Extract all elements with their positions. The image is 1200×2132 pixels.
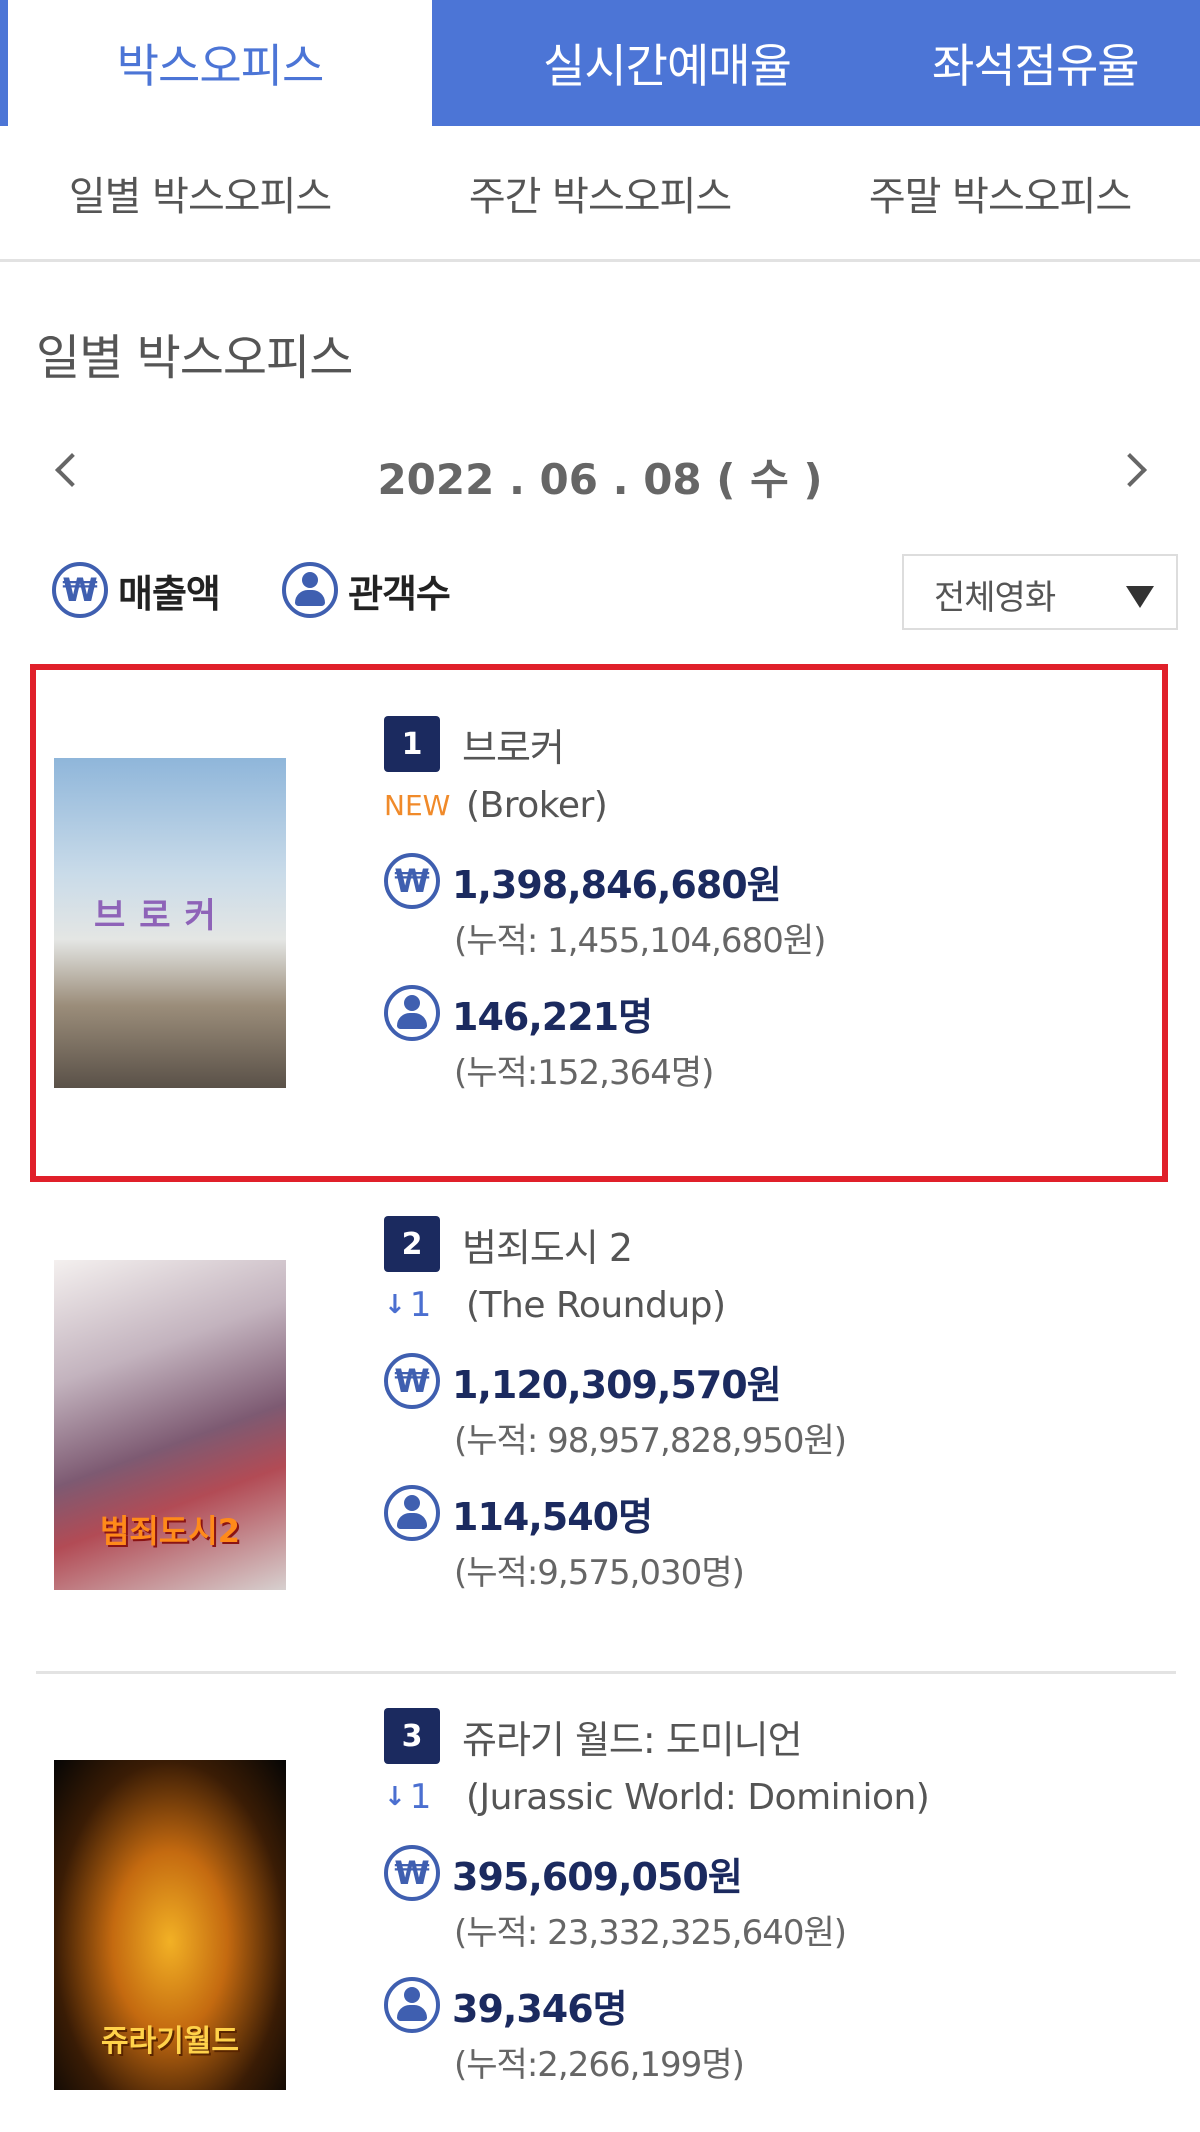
movie-entry[interactable]: 쥬라기월드 3 쥬라기 월드: 도미니언 ↓ 1 (Jurassic World:… [0,1676,1200,2132]
movie-title[interactable]: 범죄도시 2 [462,1217,633,1272]
poster-title: 쥬라기월드 [101,2024,239,2059]
cumulative-audience: (누적:9,575,030명) [454,1553,745,1593]
sub-tab-daily[interactable]: 일별 박스오피스 [0,126,400,259]
filter-selected-value: 전체영화 [934,578,1056,618]
daily-revenue: 1,398,846,680원 [452,862,782,907]
movie-poster[interactable]: 브로커 [54,758,286,1088]
arrow-down-icon: ↓ [384,1782,406,1812]
legend-audience: 관객수 [282,558,451,622]
movie-title-en: (The Roundup) [466,1284,726,1326]
won-icon: ₩ [384,1353,440,1409]
daily-audience: 114,540명 [452,1494,653,1539]
movie-entry[interactable]: 범죄도시2 2 범죄도시 2 ↓ 1 (The Roundup) ₩ 1,120,… [0,1184,1200,1674]
divider [36,1671,1176,1674]
person-icon [384,1485,440,1541]
cumulative-revenue: (누적: 98,957,828,950원) [454,1421,847,1461]
tab-realtime-reservation[interactable]: 실시간예매율 [432,0,902,126]
rank-badge: 3 [384,1708,440,1764]
person-icon [384,985,440,1041]
daily-audience: 39,346명 [452,1986,628,2031]
won-symbol: ₩ [394,1362,430,1400]
movie-title-en: (Jurassic World: Dominion) [466,1776,930,1818]
cumulative-audience: (누적:2,266,199명) [454,2045,745,2085]
cumulative-revenue: (누적: 1,455,104,680원) [454,921,826,961]
legend-audience-label: 관객수 [348,571,451,616]
won-icon: ₩ [384,1845,440,1901]
tab-box-office[interactable]: 박스오피스 [0,0,432,126]
movie-info: 3 쥬라기 월드: 도미니언 ↓ 1 (Jurassic World: Domin… [384,1706,930,2092]
rank-change-value: 1 [409,1777,432,1817]
date-navigator: 2022 . 06 . 08 ( 수 ) [0,440,1200,510]
legend-revenue-label: 매출액 [118,571,221,616]
rank-change: ↓ 1 [384,1285,466,1325]
sub-tab-bar: 일별 박스오피스 주간 박스오피스 주말 박스오피스 [0,126,1200,262]
won-symbol: ₩ [62,571,98,609]
sub-tab-weekend[interactable]: 주말 박스오피스 [800,126,1200,259]
won-symbol: ₩ [394,1854,430,1892]
movie-entry[interactable]: 브로커 1 브로커 NEW (Broker) ₩ 1,398,846,680원 … [0,664,1200,1184]
sub-tab-weekly[interactable]: 주간 박스오피스 [400,126,800,259]
current-date: 2022 . 06 . 08 ( 수 ) [377,455,823,504]
movie-info: 2 범죄도시 2 ↓ 1 (The Roundup) ₩ 1,120,309,57… [384,1214,847,1600]
won-icon: ₩ [384,853,440,909]
new-badge: NEW [384,788,451,822]
daily-revenue: 1,120,309,570원 [452,1362,782,1407]
daily-audience: 146,221명 [452,994,653,1039]
rank-badge: 1 [384,716,440,772]
movie-info: 1 브로커 NEW (Broker) ₩ 1,398,846,680원 (누적:… [384,714,826,1100]
daily-revenue: 395,609,050원 [452,1854,743,1899]
poster-title: 범죄도시2 [99,1512,241,1550]
won-symbol: ₩ [394,862,430,900]
cumulative-revenue: (누적: 23,332,325,640원) [454,1913,847,1953]
top-tab-bar: 박스오피스 실시간예매율 좌석점유율 [0,0,1200,126]
legend-revenue: ₩ 매출액 [52,558,221,622]
rank-badge: 2 [384,1216,440,1272]
movie-title-en: (Broker) [466,784,608,826]
person-icon [282,562,338,618]
arrow-down-icon: ↓ [384,1290,406,1320]
won-icon: ₩ [52,562,108,618]
tab-seat-occupancy[interactable]: 좌석점유율 [902,0,1200,126]
movie-title[interactable]: 브로커 [462,717,565,772]
cumulative-audience: (누적:152,364명) [454,1053,714,1093]
poster-title: 브로커 [94,896,230,936]
movie-title[interactable]: 쥬라기 월드: 도미니언 [462,1709,803,1764]
person-icon [384,1977,440,2033]
section-title: 일별 박스오피스 [36,330,353,386]
rank-change-value: 1 [409,1285,432,1325]
movie-poster[interactable]: 범죄도시2 [54,1260,286,1590]
dropdown-arrow-icon [1126,586,1154,608]
movie-poster[interactable]: 쥬라기월드 [54,1760,286,2090]
rank-change: ↓ 1 [384,1777,466,1817]
movie-filter-select[interactable]: 전체영화 [902,554,1178,630]
